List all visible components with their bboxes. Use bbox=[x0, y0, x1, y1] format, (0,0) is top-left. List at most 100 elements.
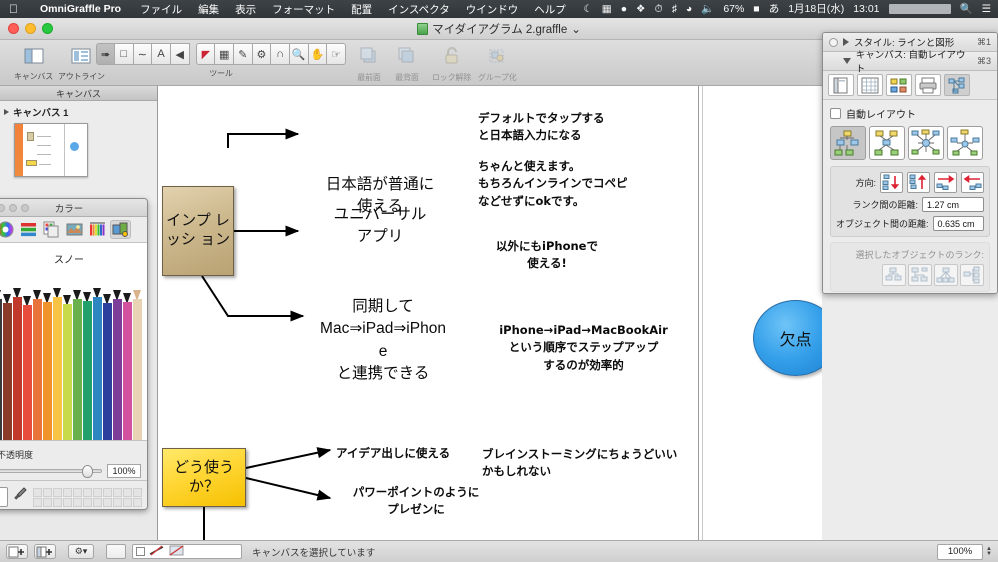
line-tool[interactable]: ∼ bbox=[133, 43, 153, 65]
timemachine-icon[interactable]: ⏱ bbox=[654, 4, 662, 15]
inspector-canvas-row[interactable]: キャンバス: 自動レイアウト ⌘3 bbox=[823, 50, 997, 75]
menu-item-edit[interactable]: 編集 bbox=[190, 2, 227, 17]
moon-icon[interactable]: ☾ bbox=[583, 4, 592, 15]
network-icon[interactable]: ▦ bbox=[602, 4, 612, 15]
auto-layout-checkbox-row[interactable]: 自動レイアウト bbox=[830, 106, 990, 121]
tree-icon[interactable] bbox=[869, 126, 905, 160]
unlock-button[interactable]: ロック解除 bbox=[432, 43, 471, 83]
spectrum-icon[interactable] bbox=[87, 220, 108, 239]
apple-menu-icon[interactable]:  bbox=[0, 3, 29, 15]
stroke-controls[interactable] bbox=[132, 544, 242, 559]
node-impression[interactable]: インプ レッシ ョン bbox=[162, 186, 234, 276]
minimize-button[interactable] bbox=[25, 23, 36, 34]
rank-d-icon[interactable] bbox=[960, 264, 984, 286]
opacity-slider[interactable] bbox=[0, 465, 102, 478]
paint-tool[interactable]: ✎ bbox=[233, 43, 253, 65]
label-sync[interactable]: 同期して Mac⇒iPad⇒iPhon e と連携できる bbox=[313, 296, 453, 386]
eyedropper-icon[interactable] bbox=[13, 486, 28, 508]
direction-right-icon[interactable] bbox=[934, 172, 957, 193]
menubar-time[interactable]: 13:01 bbox=[853, 4, 879, 15]
menu-item-view[interactable]: 表示 bbox=[227, 2, 264, 17]
zoom-value[interactable]: 100% bbox=[937, 543, 984, 560]
color-panel-minimize-button[interactable] bbox=[9, 204, 17, 212]
menu-item-window[interactable]: ウインドウ bbox=[458, 2, 527, 17]
label-idea[interactable]: アイデア出しに使える bbox=[336, 445, 496, 462]
rank-a-icon[interactable] bbox=[882, 264, 906, 286]
color-swatch-grid[interactable] bbox=[33, 487, 142, 507]
close-button[interactable] bbox=[8, 23, 19, 34]
zoom-stepper[interactable]: ▲ ▼ bbox=[986, 546, 992, 557]
current-color-swatch[interactable] bbox=[0, 487, 8, 507]
bring-to-front-button[interactable]: 最前面 bbox=[356, 43, 382, 83]
circular-icon[interactable] bbox=[947, 126, 983, 160]
send-to-back-button[interactable]: 最背面 bbox=[394, 43, 420, 83]
canvas-size-icon[interactable] bbox=[828, 74, 854, 96]
battery-icon[interactable]: ■ bbox=[753, 4, 759, 15]
shape-tool[interactable]: □ bbox=[114, 43, 134, 65]
document-title-group[interactable]: マイダイアグラム 2.graffle ⌄ bbox=[417, 21, 581, 37]
canvas-sidebar-toggle[interactable]: キャンバス bbox=[14, 43, 53, 82]
gear-icon[interactable]: ⚙▾ bbox=[68, 544, 94, 559]
no-fill-icon[interactable] bbox=[169, 543, 185, 561]
auto-layout-icon[interactable] bbox=[944, 74, 970, 96]
magnet-tool[interactable]: ∩ bbox=[271, 43, 290, 65]
rubber-stamp-tool[interactable]: ▦ bbox=[215, 43, 234, 65]
opacity-value[interactable]: 100% bbox=[107, 464, 141, 478]
dropbox-icon[interactable]: ❖ bbox=[636, 4, 645, 15]
label-presentation[interactable]: パワーポイントのように プレゼンに bbox=[336, 484, 496, 519]
input-source-icon[interactable]: あ bbox=[769, 4, 780, 15]
fill-swatch[interactable] bbox=[106, 544, 126, 559]
color-panel-zoom-button[interactable] bbox=[21, 204, 29, 212]
text-tool[interactable]: A bbox=[152, 43, 171, 65]
pen-tool[interactable]: ◤ bbox=[196, 43, 216, 65]
auto-layout-checkbox[interactable] bbox=[830, 108, 841, 119]
menu-item-arrange[interactable]: 配置 bbox=[343, 2, 380, 17]
new-canvas-icon[interactable] bbox=[6, 544, 28, 559]
bluetooth-icon[interactable]: ♯ bbox=[672, 4, 677, 15]
diagram-canvas[interactable]: インプ レッシ ョン どう使う か？ 日本語が普通に 使える ユニバーサル アプ… bbox=[158, 86, 822, 562]
radial-icon[interactable] bbox=[908, 126, 944, 160]
note-iphone-also[interactable]: 以外にもiPhoneで 使える! bbox=[482, 238, 612, 273]
color-palettes-icon[interactable] bbox=[41, 220, 62, 239]
color-wheel-icon[interactable] bbox=[0, 220, 16, 239]
object-spacing-input[interactable]: 0.635 cm bbox=[932, 216, 984, 231]
rank-b-icon[interactable] bbox=[908, 264, 932, 286]
label-universal[interactable]: ユニバーサル アプリ bbox=[310, 204, 450, 249]
style-brush-tool[interactable]: ⚙ bbox=[252, 43, 272, 65]
rank-c-icon[interactable] bbox=[934, 264, 958, 286]
notification-center-icon[interactable]: ☰ bbox=[982, 4, 991, 15]
note-default-tap[interactable]: デフォルトでタップする と日本語入力になる bbox=[478, 110, 688, 145]
diagram-layout-icon[interactable] bbox=[886, 74, 912, 96]
hierarchical-icon[interactable] bbox=[830, 126, 866, 160]
menu-item-format[interactable]: フォーマット bbox=[264, 2, 343, 17]
note-stepup[interactable]: iPhone→iPad→MacBookAir という順序でステップアップ するの… bbox=[476, 322, 691, 374]
volume-icon[interactable]: 🔈 bbox=[701, 4, 714, 15]
direction-down-icon[interactable] bbox=[880, 172, 903, 193]
menubar-date[interactable]: 1月18日(水) bbox=[788, 4, 844, 15]
zoom-button[interactable] bbox=[42, 23, 53, 34]
menu-item-help[interactable]: ヘルプ bbox=[526, 2, 574, 17]
wifi-icon[interactable]: ◕ bbox=[686, 4, 692, 15]
crayons-icon[interactable] bbox=[110, 220, 131, 239]
opacity-slider-knob[interactable] bbox=[82, 465, 93, 478]
menu-item-inspector[interactable]: インスペクタ bbox=[380, 2, 458, 17]
new-layer-icon[interactable] bbox=[34, 544, 56, 559]
search-icon[interactable]: 🔍 bbox=[960, 4, 973, 15]
image-palettes-icon[interactable] bbox=[64, 220, 85, 239]
color-panel-close-button[interactable] bbox=[0, 204, 5, 212]
zoom-tool[interactable]: 🔍 bbox=[289, 43, 309, 65]
stroke-swatch[interactable] bbox=[136, 547, 145, 556]
rank-spacing-input[interactable]: 1.27 cm bbox=[922, 197, 984, 212]
circle-icon[interactable]: ● bbox=[621, 4, 627, 15]
print-icon[interactable] bbox=[915, 74, 941, 96]
chevron-down-icon[interactable]: ⌄ bbox=[571, 22, 581, 36]
selection-tool[interactable]: ➠ bbox=[96, 43, 115, 65]
color-sliders-icon[interactable] bbox=[18, 220, 39, 239]
canvas-thumbnail[interactable] bbox=[14, 123, 88, 177]
chevron-down-icon[interactable] bbox=[842, 58, 851, 64]
node-faults[interactable]: 欠点 bbox=[753, 300, 822, 376]
note-inline-copy[interactable]: ちゃんと使えます。 もちろんインラインでコペピ などせずにokです。 bbox=[478, 158, 693, 210]
hand-tool[interactable]: ✋ bbox=[308, 43, 328, 65]
no-stroke-icon[interactable] bbox=[149, 543, 165, 561]
chevron-right-icon[interactable] bbox=[4, 109, 9, 115]
